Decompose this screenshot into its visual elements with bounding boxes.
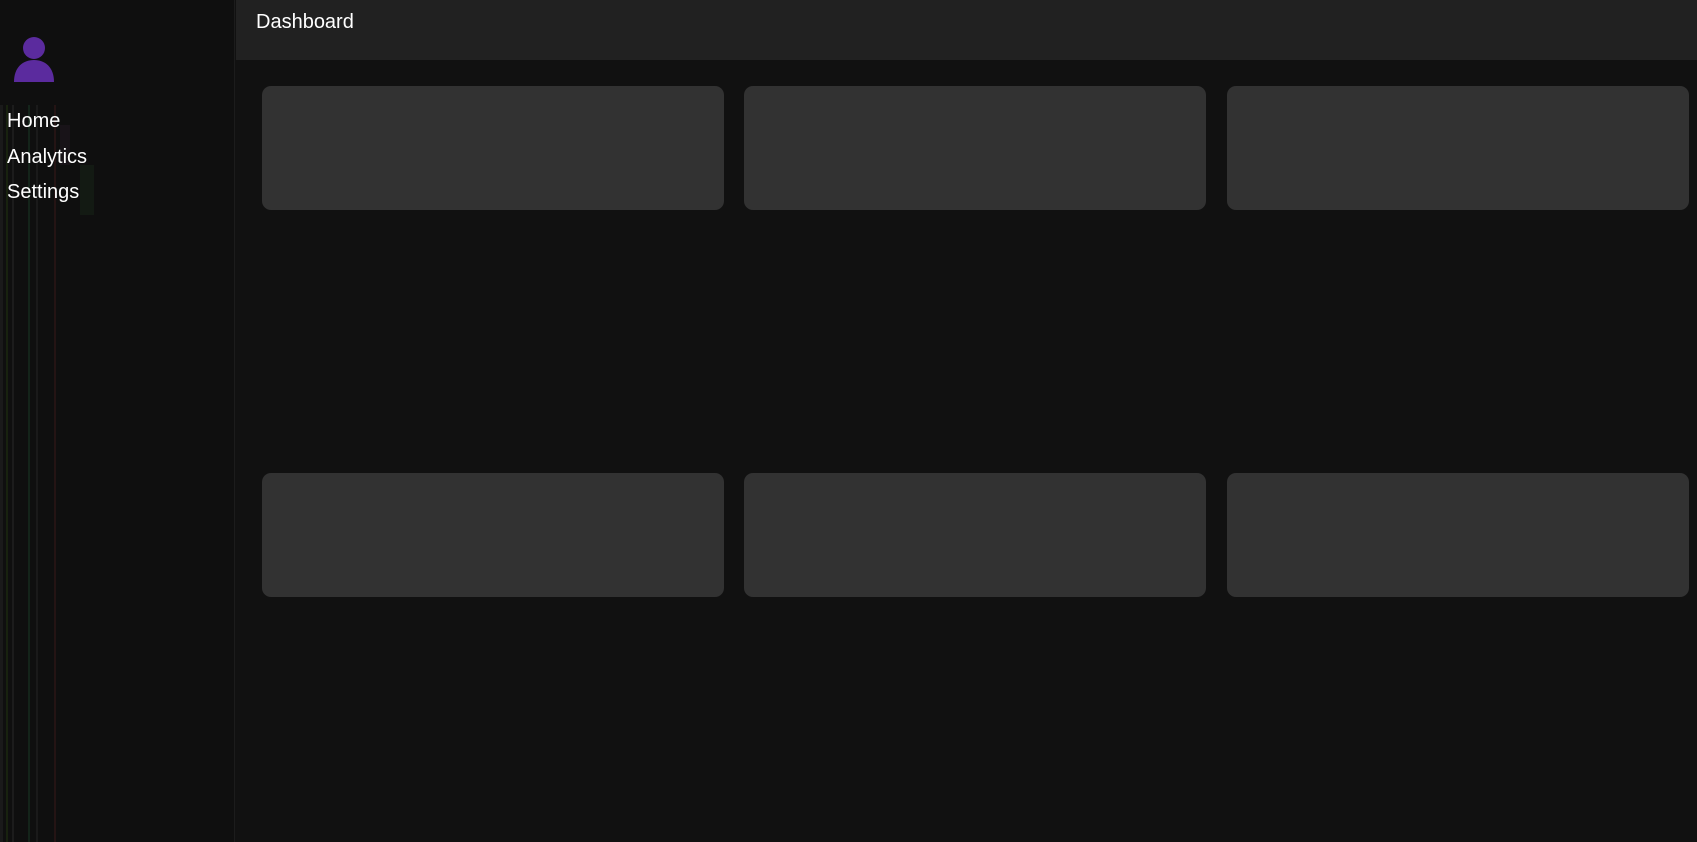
app-window: Home Analytics Settings Dashboard (0, 0, 1697, 842)
sidebar-background-lines (0, 105, 94, 842)
sidebar: Home Analytics Settings (0, 0, 235, 842)
dashboard-card-2[interactable] (744, 86, 1206, 210)
dashboard-card-3[interactable] (1227, 86, 1689, 210)
top-header: Dashboard (236, 0, 1697, 60)
dashboard-card-4[interactable] (262, 473, 724, 597)
dashboard-card-6[interactable] (1227, 473, 1689, 597)
dashboard-card-1[interactable] (262, 86, 724, 210)
sidebar-nav: Home Analytics Settings (7, 108, 87, 215)
dashboard-card-5[interactable] (744, 473, 1206, 597)
sidebar-item-home[interactable]: Home (7, 108, 87, 144)
page-title: Dashboard (256, 11, 354, 33)
sidebar-item-settings[interactable]: Settings (7, 179, 87, 215)
sidebar-item-analytics[interactable]: Analytics (7, 144, 87, 180)
user-avatar-icon[interactable] (11, 33, 57, 83)
